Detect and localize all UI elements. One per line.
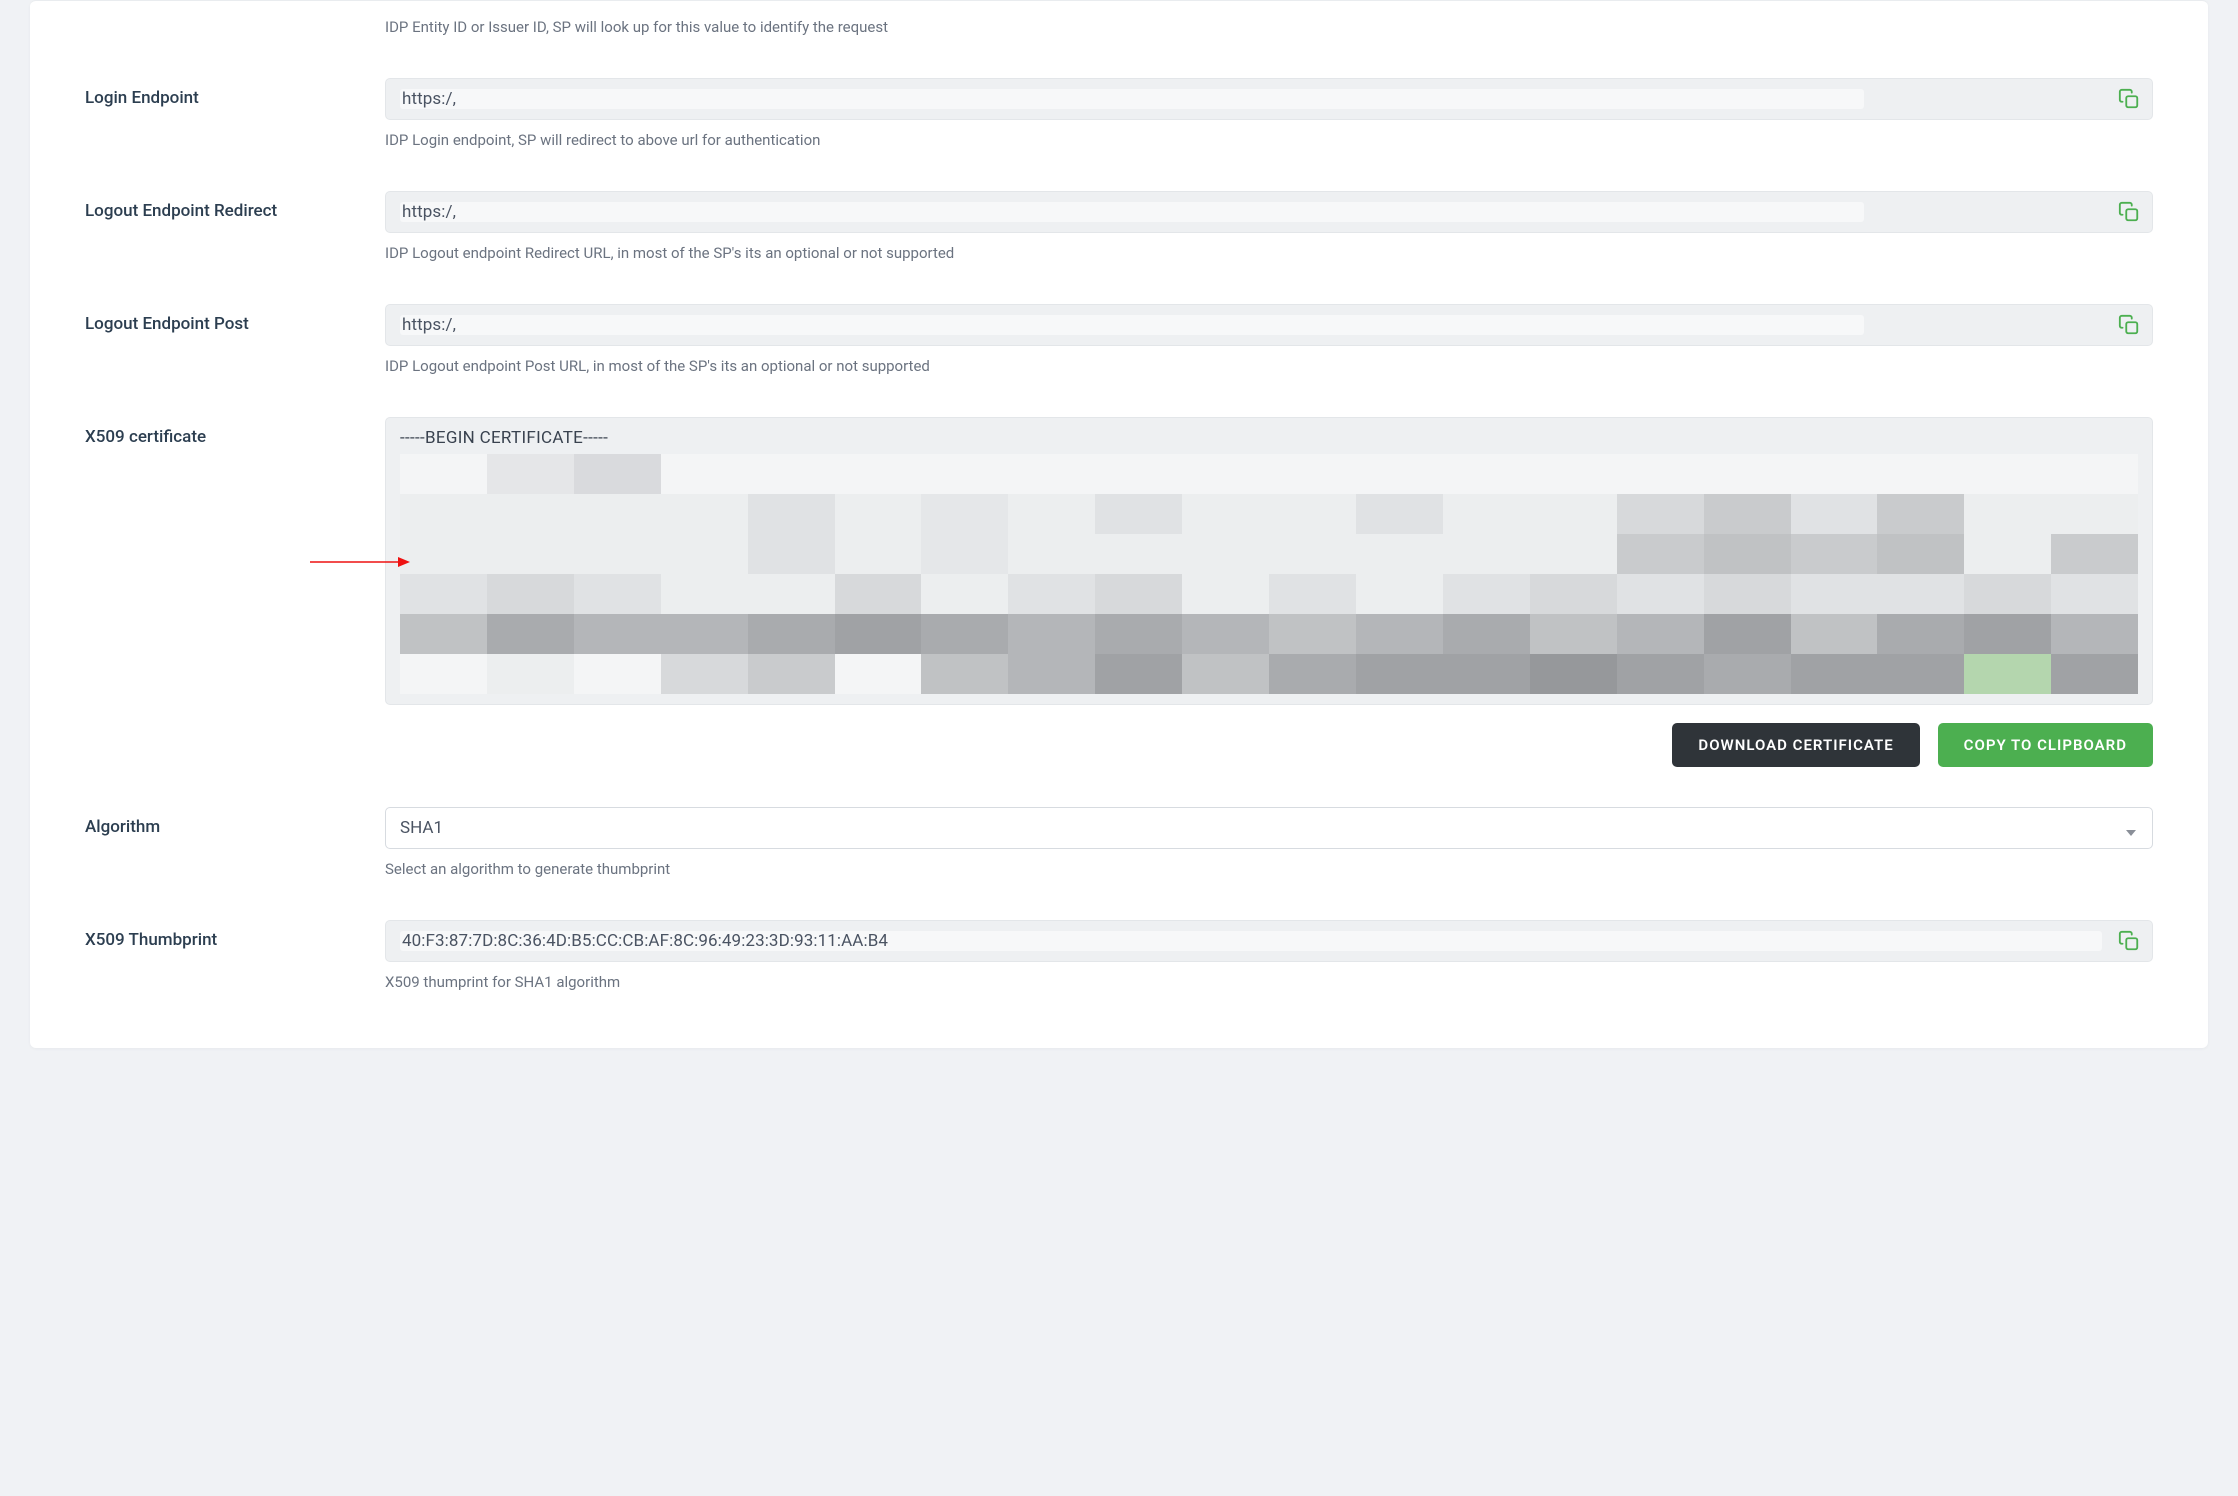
algorithm-row: Algorithm SHA1 Select an algorithm to ge… [85, 807, 2153, 880]
logout-redirect-label: Logout Endpoint Redirect [85, 191, 385, 221]
form-card: IDP Entity ID or Issuer ID, SP will look… [30, 0, 2208, 1048]
x509-cert-label: X509 certificate [85, 417, 385, 447]
logout-post-row: Logout Endpoint Post https:/, IDP Logout… [85, 304, 2153, 377]
entity-id-help: IDP Entity ID or Issuer ID, SP will look… [85, 17, 2153, 38]
x509-thumbprint-value: 40:F3:87:7D:8C:36:4D:B5:CC:CB:AF:8C:96:4… [400, 931, 2102, 951]
logout-post-label: Logout Endpoint Post [85, 304, 385, 334]
x509-cert-field: -----BEGIN CERTIFICATE----- [385, 417, 2153, 705]
logout-redirect-help: IDP Logout endpoint Redirect URL, in mos… [385, 243, 2153, 264]
x509-thumbprint-label: X509 Thumbprint [85, 920, 385, 950]
login-endpoint-label: Login Endpoint [85, 78, 385, 108]
copy-to-clipboard-button[interactable]: COPY TO CLIPBOARD [1938, 723, 2153, 767]
x509-thumbprint-row: X509 Thumbprint 40:F3:87:7D:8C:36:4D:B5:… [85, 920, 2153, 993]
algorithm-select[interactable]: SHA1 [385, 807, 2153, 849]
logout-redirect-row: Logout Endpoint Redirect https:/, IDP Lo… [85, 191, 2153, 264]
login-endpoint-value: https:/, [400, 89, 1864, 109]
x509-cert-redacted-body [400, 454, 2138, 694]
x509-cert-row: X509 certificate -----BEGIN CERTIFICATE-… [85, 417, 2153, 767]
copy-icon[interactable] [2118, 88, 2140, 110]
download-certificate-button[interactable]: DOWNLOAD CERTIFICATE [1672, 723, 1919, 767]
x509-thumbprint-help: X509 thumprint for SHA1 algorithm [385, 972, 2153, 993]
login-endpoint-help: IDP Login endpoint, SP will redirect to … [385, 130, 2153, 151]
logout-post-value: https:/, [400, 315, 1864, 335]
algorithm-label: Algorithm [85, 807, 385, 837]
logout-post-field: https:/, [385, 304, 2153, 346]
logout-redirect-field: https:/, [385, 191, 2153, 233]
cert-button-row: DOWNLOAD CERTIFICATE COPY TO CLIPBOARD [385, 723, 2153, 767]
logout-post-help: IDP Logout endpoint Post URL, in most of… [385, 356, 2153, 377]
page-background: IDP Entity ID or Issuer ID, SP will look… [0, 0, 2238, 1078]
algorithm-value: SHA1 [400, 818, 443, 838]
login-endpoint-field: https:/, [385, 78, 2153, 120]
algorithm-help: Select an algorithm to generate thumbpri… [385, 859, 2153, 880]
logout-redirect-value: https:/, [400, 202, 1864, 222]
copy-icon[interactable] [2118, 314, 2140, 336]
chevron-down-icon [2126, 823, 2136, 833]
login-endpoint-row: Login Endpoint https:/, IDP Login endpoi… [85, 78, 2153, 151]
copy-icon[interactable] [2118, 930, 2140, 952]
x509-cert-header: -----BEGIN CERTIFICATE----- [400, 428, 2138, 448]
copy-icon[interactable] [2118, 201, 2140, 223]
x509-thumbprint-field: 40:F3:87:7D:8C:36:4D:B5:CC:CB:AF:8C:96:4… [385, 920, 2153, 962]
